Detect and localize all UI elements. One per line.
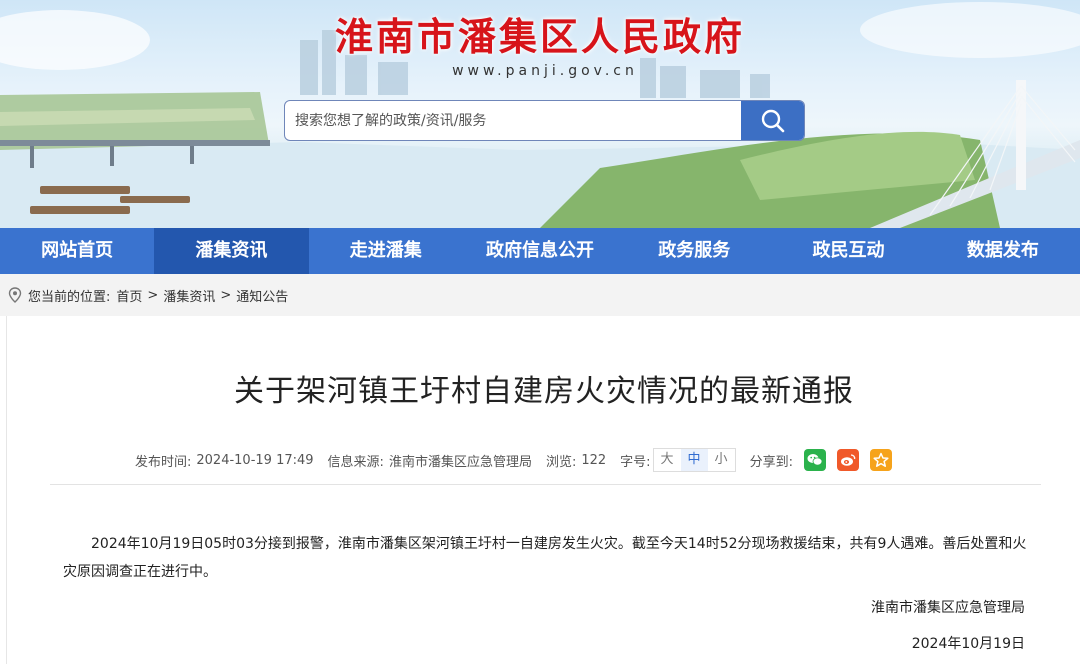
site-url: www.panji.gov.cn bbox=[452, 63, 638, 79]
font-size-small-button[interactable]: 小 bbox=[708, 449, 735, 471]
nav-item-about-panji[interactable]: 走进潘集 bbox=[309, 228, 463, 274]
search-input[interactable] bbox=[285, 101, 741, 140]
header-banner: 淮南市潘集区人民政府 www.panji.gov.cn bbox=[0, 0, 1080, 228]
search-button[interactable] bbox=[741, 101, 804, 140]
breadcrumb-prefix: 您当前的位置: bbox=[28, 289, 111, 305]
article-date: 2024年10月19日 bbox=[911, 636, 1025, 652]
wechat-icon[interactable] bbox=[803, 449, 826, 471]
article-meta: 发布时间: 2024-10-19 17:49 信息来源: 淮南市潘集区应急管理局… bbox=[135, 447, 892, 473]
font-size-large-button[interactable]: 大 bbox=[654, 449, 681, 471]
font-size-medium-button[interactable]: 中 bbox=[680, 449, 708, 471]
location-pin-icon bbox=[8, 287, 22, 303]
publish-time: 2024-10-19 17:49 bbox=[196, 452, 314, 468]
nav-item-gov-services[interactable]: 政务服务 bbox=[617, 228, 771, 274]
nav-item-gov-info-disclosure[interactable]: 政府信息公开 bbox=[463, 228, 617, 274]
article-container: 关于架河镇王圩村自建房火灾情况的最新通报 发布时间: 2024-10-19 17… bbox=[6, 316, 1080, 664]
meta-divider bbox=[50, 484, 1041, 485]
breadcrumb: 您当前的位置: 首页 > 潘集资讯 > 通知公告 bbox=[0, 274, 1080, 316]
breadcrumb-home-link[interactable]: 首页 bbox=[116, 286, 142, 305]
font-size-switcher: 大 中 小 bbox=[652, 448, 736, 472]
search-icon bbox=[761, 109, 784, 132]
article-title: 关于架河镇王圩村自建房火灾情况的最新通报 bbox=[234, 374, 854, 409]
search-bar bbox=[284, 100, 805, 141]
article-signature: 淮南市潘集区应急管理局 bbox=[871, 600, 1025, 616]
views-label: 浏览: bbox=[545, 454, 577, 470]
main-nav: 网站首页 潘集资讯 走进潘集 政府信息公开 政务服务 政民互动 数据发布 bbox=[0, 228, 1080, 274]
source-value: 淮南市潘集区应急管理局 bbox=[388, 454, 532, 470]
weibo-icon[interactable] bbox=[836, 449, 859, 471]
breadcrumb-separator: > bbox=[220, 287, 232, 303]
breadcrumb-notices-link[interactable]: 通知公告 bbox=[236, 286, 288, 305]
views-count: 122 bbox=[581, 452, 607, 468]
share-label: 分享到: bbox=[749, 454, 793, 470]
font-size-label: 字号: bbox=[620, 454, 651, 470]
source-label: 信息来源: bbox=[327, 454, 384, 470]
article-paragraph: 2024年10月19日05时03分接到报警，淮南市潘集区架河镇王圩村一自建房发生… bbox=[63, 536, 1027, 580]
breadcrumb-separator: > bbox=[147, 287, 159, 303]
favorite-star-icon[interactable] bbox=[869, 449, 892, 471]
site-title: 淮南市潘集区人民政府 bbox=[334, 14, 745, 59]
nav-item-data-release[interactable]: 数据发布 bbox=[926, 228, 1080, 274]
nav-item-panji-news[interactable]: 潘集资讯 bbox=[154, 228, 309, 274]
nav-item-home[interactable]: 网站首页 bbox=[0, 228, 154, 274]
publish-time-label: 发布时间: bbox=[135, 454, 192, 470]
article-body: 2024年10月19日05时03分接到报警，淮南市潘集区架河镇王圩村一自建房发生… bbox=[63, 530, 1033, 586]
nav-item-interaction[interactable]: 政民互动 bbox=[771, 228, 925, 274]
breadcrumb-panji-news-link[interactable]: 潘集资讯 bbox=[163, 286, 215, 305]
